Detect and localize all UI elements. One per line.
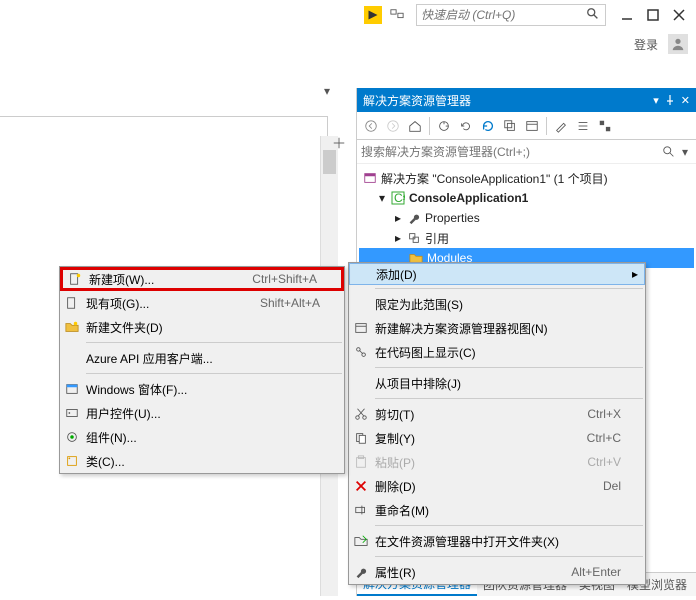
tree-solution[interactable]: 解决方案 "ConsoleApplication1" (1 个项目) — [359, 168, 694, 188]
references-label: 引用 — [425, 230, 449, 247]
menu-code-map[interactable]: 在代码图上显示(C) — [349, 340, 645, 364]
new-folder-icon — [60, 320, 84, 334]
home-button[interactable] — [405, 116, 425, 136]
menu-separator — [86, 373, 342, 374]
solution-label: 解决方案 "ConsoleApplication1" (1 个项目) — [381, 170, 608, 187]
open-folder-icon — [349, 534, 373, 548]
menu-scope[interactable]: 限定为此范围(S) — [349, 292, 645, 316]
expand-icon[interactable] — [332, 136, 346, 150]
paste-icon — [349, 455, 373, 469]
add-submenu: 新建项(W)... Ctrl+Shift+A 现有项(G)... Shift+A… — [59, 266, 345, 474]
login-link[interactable]: 登录 — [634, 36, 658, 53]
control-icon — [60, 406, 84, 420]
menu-separator — [375, 398, 643, 399]
svg-text:C#: C# — [394, 191, 405, 205]
panel-close-icon[interactable]: ✕ — [681, 94, 690, 107]
dropdown-icon[interactable]: ▾ — [320, 84, 334, 98]
wrench-icon — [407, 211, 421, 225]
csharp-icon: C# — [391, 191, 405, 205]
tree-properties[interactable]: ▸ Properties — [359, 208, 694, 228]
new-item-icon — [63, 272, 87, 286]
tree-references[interactable]: ▸ 引用 — [359, 228, 694, 248]
wrench-icon — [349, 565, 373, 579]
expander-icon[interactable]: ▾ — [377, 193, 387, 203]
properties-button[interactable] — [551, 116, 571, 136]
panel-menu-icon[interactable]: ▾ — [653, 94, 659, 107]
copy-icon — [349, 431, 373, 445]
sync-button[interactable] — [434, 116, 454, 136]
notification-marker[interactable] — [364, 6, 382, 24]
back-button[interactable] — [361, 116, 381, 136]
component-icon — [60, 430, 84, 444]
refresh-button[interactable] — [478, 116, 498, 136]
avatar-icon[interactable] — [668, 34, 688, 54]
solution-icon — [363, 171, 377, 185]
menu-properties[interactable]: 属性(R) Alt+Enter — [349, 560, 645, 584]
search-input[interactable] — [361, 145, 662, 159]
menu-separator — [86, 342, 342, 343]
references-icon — [407, 231, 421, 245]
rename-icon — [349, 503, 373, 517]
delete-icon — [349, 479, 373, 493]
panel-title: 解决方案资源管理器 — [363, 92, 471, 109]
project-label: ConsoleApplication1 — [409, 191, 528, 205]
quick-launch-input[interactable] — [417, 8, 586, 22]
map-icon — [349, 345, 373, 359]
cut-icon — [349, 407, 373, 421]
menu-separator — [375, 525, 643, 526]
submenu-arrow-icon: ▸ — [632, 267, 638, 281]
menu-rename[interactable]: 重命名(M) — [349, 498, 645, 522]
undo-button[interactable] — [456, 116, 476, 136]
search-icon — [586, 7, 602, 23]
editor-tab-strip — [0, 116, 328, 138]
menu-windows-form[interactable]: Windows 窗体(F)... — [60, 377, 344, 401]
properties-label: Properties — [425, 211, 480, 225]
tree-project[interactable]: ▾ C# ConsoleApplication1 — [359, 188, 694, 208]
menu-separator — [375, 367, 643, 368]
pin-icon[interactable] — [665, 95, 675, 105]
forward-button[interactable] — [383, 116, 403, 136]
menu-delete[interactable]: 删除(D) Del — [349, 474, 645, 498]
toolbar — [357, 112, 696, 140]
feedback-icon[interactable] — [388, 6, 406, 24]
expander-icon[interactable]: ▸ — [393, 213, 403, 223]
class-icon — [60, 454, 84, 468]
existing-item-icon — [60, 296, 84, 310]
view-button[interactable] — [595, 116, 615, 136]
window-icon — [349, 321, 373, 335]
menu-add[interactable]: 添加(D) ▸ — [349, 263, 645, 285]
menu-separator — [375, 288, 643, 289]
scrollbar-thumb[interactable] — [323, 150, 336, 174]
menu-open-folder[interactable]: 在文件资源管理器中打开文件夹(X) — [349, 529, 645, 553]
preview-button[interactable] — [573, 116, 593, 136]
menu-existing-item[interactable]: 现有项(G)... Shift+Alt+A — [60, 291, 344, 315]
menu-new-view[interactable]: 新建解决方案资源管理器视图(N) — [349, 316, 645, 340]
solution-tree[interactable]: 解决方案 "ConsoleApplication1" (1 个项目) ▾ C# … — [357, 164, 696, 272]
panel-header[interactable]: 解决方案资源管理器 ▾ ✕ — [357, 88, 696, 112]
menu-new-folder[interactable]: 新建文件夹(D) — [60, 315, 344, 339]
minimize-button[interactable] — [616, 4, 638, 26]
collapse-all-button[interactable] — [500, 116, 520, 136]
menu-separator — [375, 556, 643, 557]
menu-copy[interactable]: 复制(Y) Ctrl+C — [349, 426, 645, 450]
menu-new-item[interactable]: 新建项(W)... Ctrl+Shift+A — [60, 267, 344, 291]
search-row[interactable]: ▾ — [357, 140, 696, 164]
maximize-button[interactable] — [642, 4, 664, 26]
menu-user-control[interactable]: 用户控件(U)... — [60, 401, 344, 425]
menu-cut[interactable]: 剪切(T) Ctrl+X — [349, 402, 645, 426]
chevron-down-icon[interactable]: ▾ — [678, 145, 692, 159]
form-icon — [60, 382, 84, 396]
menu-class[interactable]: 类(C)... — [60, 449, 344, 473]
search-icon — [662, 145, 678, 159]
menu-paste: 粘贴(P) Ctrl+V — [349, 450, 645, 474]
context-menu: 添加(D) ▸ 限定为此范围(S) 新建解决方案资源管理器视图(N) 在代码图上… — [348, 262, 646, 585]
quick-launch-box[interactable] — [416, 4, 606, 26]
menu-component[interactable]: 组件(N)... — [60, 425, 344, 449]
expander-icon[interactable]: ▸ — [393, 233, 403, 243]
menu-azure[interactable]: Azure API 应用客户端... — [60, 346, 344, 370]
close-button[interactable] — [668, 4, 690, 26]
menu-exclude[interactable]: 从项目中排除(J) — [349, 371, 645, 395]
show-all-button[interactable] — [522, 116, 542, 136]
